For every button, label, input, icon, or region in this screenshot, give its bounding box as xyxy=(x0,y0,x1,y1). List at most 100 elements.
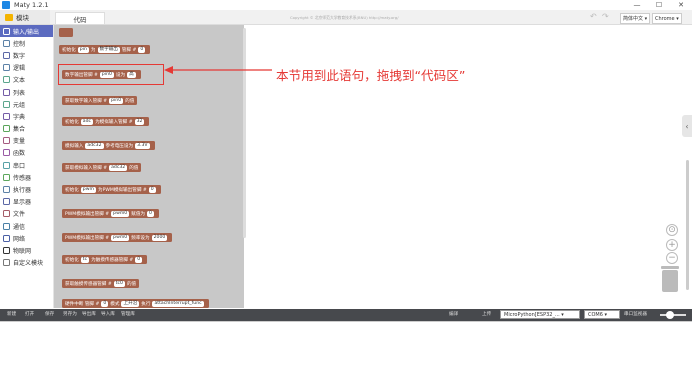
block-field[interactable]: adc xyxy=(80,118,94,125)
toolbar-button[interactable]: 打开 xyxy=(25,311,34,317)
sidebar-item[interactable]: 网络 xyxy=(0,232,53,244)
code-block[interactable]: 初始化 tc 为触摸传感器 管脚 #0 xyxy=(62,255,148,264)
console-size-slider[interactable] xyxy=(660,311,686,319)
code-block[interactable]: 初始化 adc 为模拟输入 管脚 #32 xyxy=(62,117,150,126)
block-field[interactable]: adc32 xyxy=(85,142,104,149)
sidebar-item[interactable]: 集合 xyxy=(0,123,53,135)
sidebar-item[interactable]: 串口 xyxy=(0,159,53,171)
serial-monitor-button[interactable]: 串口监视器 xyxy=(624,311,647,317)
block-text: 管脚 # xyxy=(132,187,147,193)
block-text: PWM模拟输出 xyxy=(65,211,95,217)
block-field[interactable]: 32 xyxy=(134,118,145,125)
browser-select[interactable]: Chrome ▾ xyxy=(652,13,682,24)
code-block[interactable]: PWM模拟输出 管脚 # pwm0 赋值为 0 xyxy=(62,209,159,218)
block-text: 初始化 xyxy=(65,257,79,263)
sidebar-item[interactable]: 输入/输出 xyxy=(0,25,53,38)
sidebar-item[interactable]: 通信 xyxy=(0,220,53,232)
block-field[interactable]: 0 xyxy=(147,210,154,217)
category-icon xyxy=(3,186,10,194)
language-select[interactable]: 简体中文 ▾ xyxy=(620,13,651,24)
zoom-out-icon[interactable]: − xyxy=(666,252,678,264)
block-field[interactable]: attachInterrupt_func xyxy=(152,300,204,307)
sidebar-item[interactable]: 文本 xyxy=(0,74,53,86)
zoom-in-icon[interactable]: + xyxy=(666,239,678,251)
code-block[interactable]: 获取 数字输入 管脚 # pin0 的值 xyxy=(62,96,138,105)
block-field[interactable]: tc xyxy=(80,256,90,263)
sidebar-item[interactable]: 物联网 xyxy=(0,244,53,256)
block-field[interactable]: 上升沿 xyxy=(121,300,140,307)
collapse-panel-button[interactable]: ‹ xyxy=(682,115,692,137)
board-value: MicroPython[ESP32_... xyxy=(504,311,560,318)
copyright-text: Copyright © 北京师范大学教育技术系(BNU) http://maty… xyxy=(290,15,399,20)
toolbar-button[interactable]: 导入库 xyxy=(101,311,115,317)
block-field[interactable]: pwm0 xyxy=(111,210,130,217)
category-icon xyxy=(3,39,10,47)
block-field[interactable]: adc32 xyxy=(109,164,128,171)
toolbar-button[interactable]: 另存为 xyxy=(63,311,77,317)
sidebar-item[interactable]: 逻辑 xyxy=(0,62,53,74)
board-select[interactable]: MicroPython[ESP32_... ▾ xyxy=(500,310,580,319)
toolbar-button[interactable]: 新建 xyxy=(7,311,16,317)
sidebar-item[interactable]: 列表 xyxy=(0,86,53,98)
code-block[interactable]: 初始化 pin 为数字输出 管脚 #0 xyxy=(59,45,151,54)
sidebar-item[interactable]: 函数 xyxy=(0,147,53,159)
block-field[interactable]: 0 xyxy=(101,300,109,307)
block-text: 数字输入 xyxy=(74,98,93,104)
annotation-arrow xyxy=(164,66,272,74)
sidebar-item[interactable]: 字典 xyxy=(0,110,53,122)
block-field[interactable]: pin xyxy=(77,46,89,53)
block-stub[interactable] xyxy=(59,28,73,37)
block-field[interactable]: tc0 xyxy=(113,280,125,287)
code-block[interactable]: 获取 模拟输入 管脚 # adc32 的值 xyxy=(62,163,142,172)
upload-button[interactable]: 上传 xyxy=(482,311,491,317)
block-text: 管脚 # xyxy=(94,211,110,217)
toolbar-button[interactable]: 管理库 xyxy=(121,311,135,317)
category-icon xyxy=(3,210,10,218)
tab-blocks[interactable]: 模块 xyxy=(0,10,50,24)
code-block[interactable]: 初始化 pwm 为 PWM模拟输出 管脚 #0 xyxy=(62,185,161,194)
undo-icon[interactable]: ↶ xyxy=(590,12,597,21)
minimize-button[interactable]: — xyxy=(626,0,648,10)
output-console xyxy=(0,321,692,369)
trash-icon[interactable] xyxy=(661,266,679,292)
sidebar-item[interactable]: 执行器 xyxy=(0,183,53,195)
compile-button[interactable]: 编译 xyxy=(449,311,458,317)
code-block[interactable]: 模拟输入 adc32 参考电压设为 3.3V xyxy=(62,141,155,150)
sidebar-item-label: 传感器 xyxy=(13,174,32,182)
block-field[interactable]: 0 xyxy=(135,256,143,263)
sidebar-item[interactable]: 传感器 xyxy=(0,171,53,183)
block-field[interactable]: 3.3V xyxy=(135,142,150,149)
port-select[interactable]: COM6 ▾ xyxy=(584,310,620,319)
redo-icon[interactable]: ↷ xyxy=(602,12,609,21)
sidebar-item-label: 执行器 xyxy=(13,187,32,195)
sidebar-item[interactable]: 显示器 xyxy=(0,196,53,208)
maximize-button[interactable]: ☐ xyxy=(648,0,670,10)
toolbar-button[interactable]: 导出库 xyxy=(82,311,96,317)
code-block[interactable]: PWM模拟输出 管脚 # pwm0 频率设为 2000 xyxy=(62,233,173,242)
block-field[interactable]: 数字输出 xyxy=(97,46,120,53)
close-button[interactable]: ✕ xyxy=(670,0,692,10)
block-field[interactable]: 0 xyxy=(148,186,156,193)
category-sidebar: 输入/输出 控制 数字 逻辑 文本 列表 元组 字典集合 变量 函数 串口传感器执行器 显示器 文件 通信… xyxy=(0,25,54,308)
block-text: 管脚 # xyxy=(118,257,134,263)
sidebar-item[interactable]: 控制 xyxy=(0,37,53,49)
block-text: 硬件中断 管脚 # xyxy=(65,301,100,307)
zoom-reset-icon[interactable]: ⊙ xyxy=(666,224,678,236)
sidebar-item[interactable]: 元组 xyxy=(0,98,53,110)
block-field[interactable]: pwm xyxy=(80,186,96,193)
sidebar-item[interactable]: 数字 xyxy=(0,49,53,61)
block-field[interactable]: pin0 xyxy=(109,97,124,104)
block-field[interactable]: 0 xyxy=(138,46,146,53)
sidebar-item-label: 集合 xyxy=(13,126,26,134)
block-text: 为 xyxy=(90,47,96,53)
sidebar-item[interactable]: 文件 xyxy=(0,208,53,220)
code-block[interactable]: 硬件中断 管脚 #0 模式 上升沿 执行 attachInterrupt_func xyxy=(62,299,209,308)
toolbar-button[interactable]: 保存 xyxy=(45,311,54,317)
workspace-scrollbar[interactable] xyxy=(686,160,689,290)
block-field[interactable]: 2000 xyxy=(151,234,168,241)
sidebar-item[interactable]: 变量 xyxy=(0,135,53,147)
tab-code[interactable]: 代码 xyxy=(55,12,105,24)
code-block[interactable]: 获取 触摸传感器 管脚 # tc0 的值 xyxy=(62,279,140,288)
sidebar-item[interactable]: 自定义模块 xyxy=(0,257,53,269)
block-field[interactable]: pwm0 xyxy=(111,234,130,241)
